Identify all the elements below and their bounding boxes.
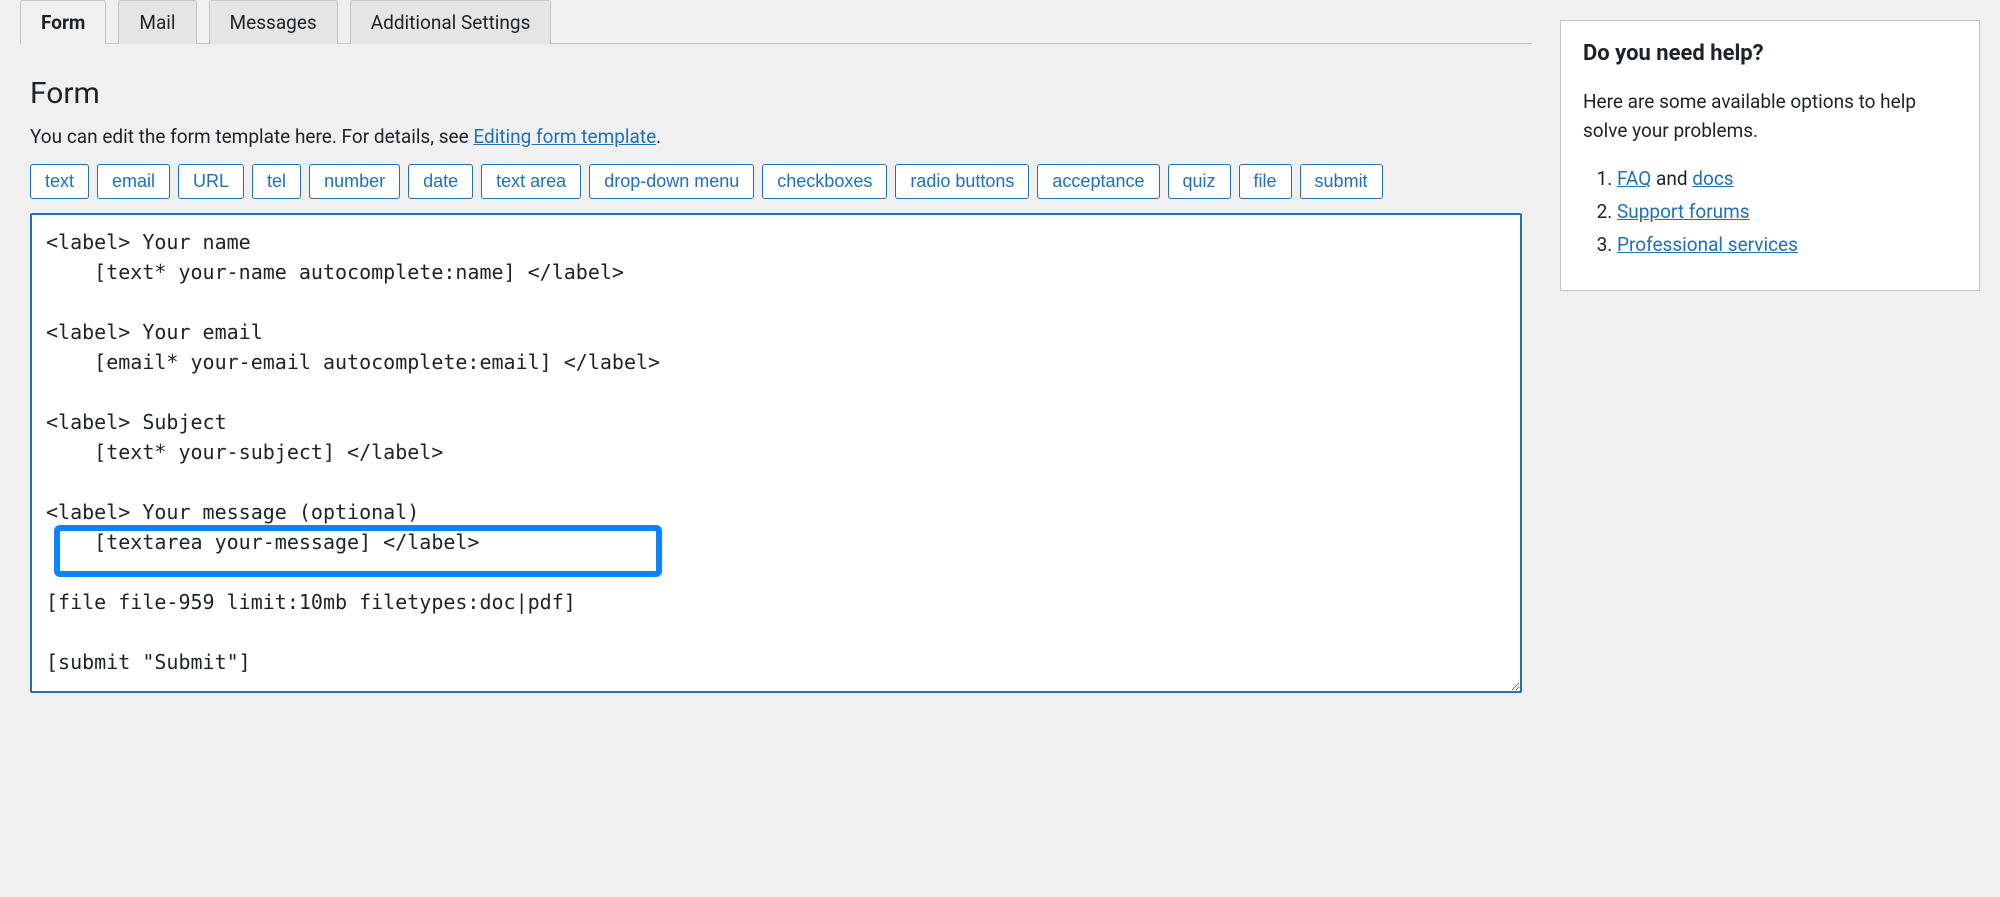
tag-submit-button[interactable]: submit <box>1300 164 1383 199</box>
help-item-faq: FAQ and docs <box>1617 167 1957 190</box>
help-item-support: Support forums <box>1617 200 1957 223</box>
tag-checkboxes-button[interactable]: checkboxes <box>762 164 887 199</box>
form-template-textarea[interactable] <box>30 213 1522 693</box>
tag-tel-button[interactable]: tel <box>252 164 301 199</box>
help-panel: Do you need help? Here are some availabl… <box>1560 20 1980 291</box>
tag-email-button[interactable]: email <box>97 164 170 199</box>
tab-form[interactable]: Form <box>20 0 106 44</box>
help-title: Do you need help? <box>1583 41 1957 66</box>
tag-date-button[interactable]: date <box>408 164 473 199</box>
help-list: FAQ and docs Support forums Professional… <box>1583 167 1957 256</box>
editing-form-template-link[interactable]: Editing form template <box>473 125 656 148</box>
tab-bar: Form Mail Messages Additional Settings <box>20 0 1532 44</box>
section-title: Form <box>30 76 1522 111</box>
tag-text-button[interactable]: text <box>30 164 89 199</box>
form-panel: Form You can edit the form template here… <box>20 76 1532 698</box>
help-text: Here are some available options to help … <box>1583 88 1957 145</box>
tag-generator-buttons: text email URL tel number date text area… <box>30 164 1522 199</box>
tag-textarea-button[interactable]: text area <box>481 164 581 199</box>
help-item-professional: Professional services <box>1617 233 1957 256</box>
tab-messages[interactable]: Messages <box>209 0 338 44</box>
tag-dropdown-button[interactable]: drop-down menu <box>589 164 754 199</box>
professional-services-link[interactable]: Professional services <box>1617 233 1798 256</box>
tag-acceptance-button[interactable]: acceptance <box>1037 164 1159 199</box>
faq-link[interactable]: FAQ <box>1617 167 1651 190</box>
desc-text-after: . <box>656 125 661 148</box>
tag-file-button[interactable]: file <box>1239 164 1292 199</box>
help-item1-mid: and <box>1651 167 1692 190</box>
support-forums-link[interactable]: Support forums <box>1617 200 1750 223</box>
section-description: You can edit the form template here. For… <box>30 125 1522 148</box>
tag-url-button[interactable]: URL <box>178 164 244 199</box>
docs-link[interactable]: docs <box>1692 167 1733 190</box>
tag-quiz-button[interactable]: quiz <box>1168 164 1231 199</box>
tab-mail[interactable]: Mail <box>118 0 196 44</box>
tag-number-button[interactable]: number <box>309 164 400 199</box>
desc-text-before: You can edit the form template here. For… <box>30 125 473 148</box>
tab-additional-settings[interactable]: Additional Settings <box>350 0 552 44</box>
tag-radio-button[interactable]: radio buttons <box>895 164 1029 199</box>
